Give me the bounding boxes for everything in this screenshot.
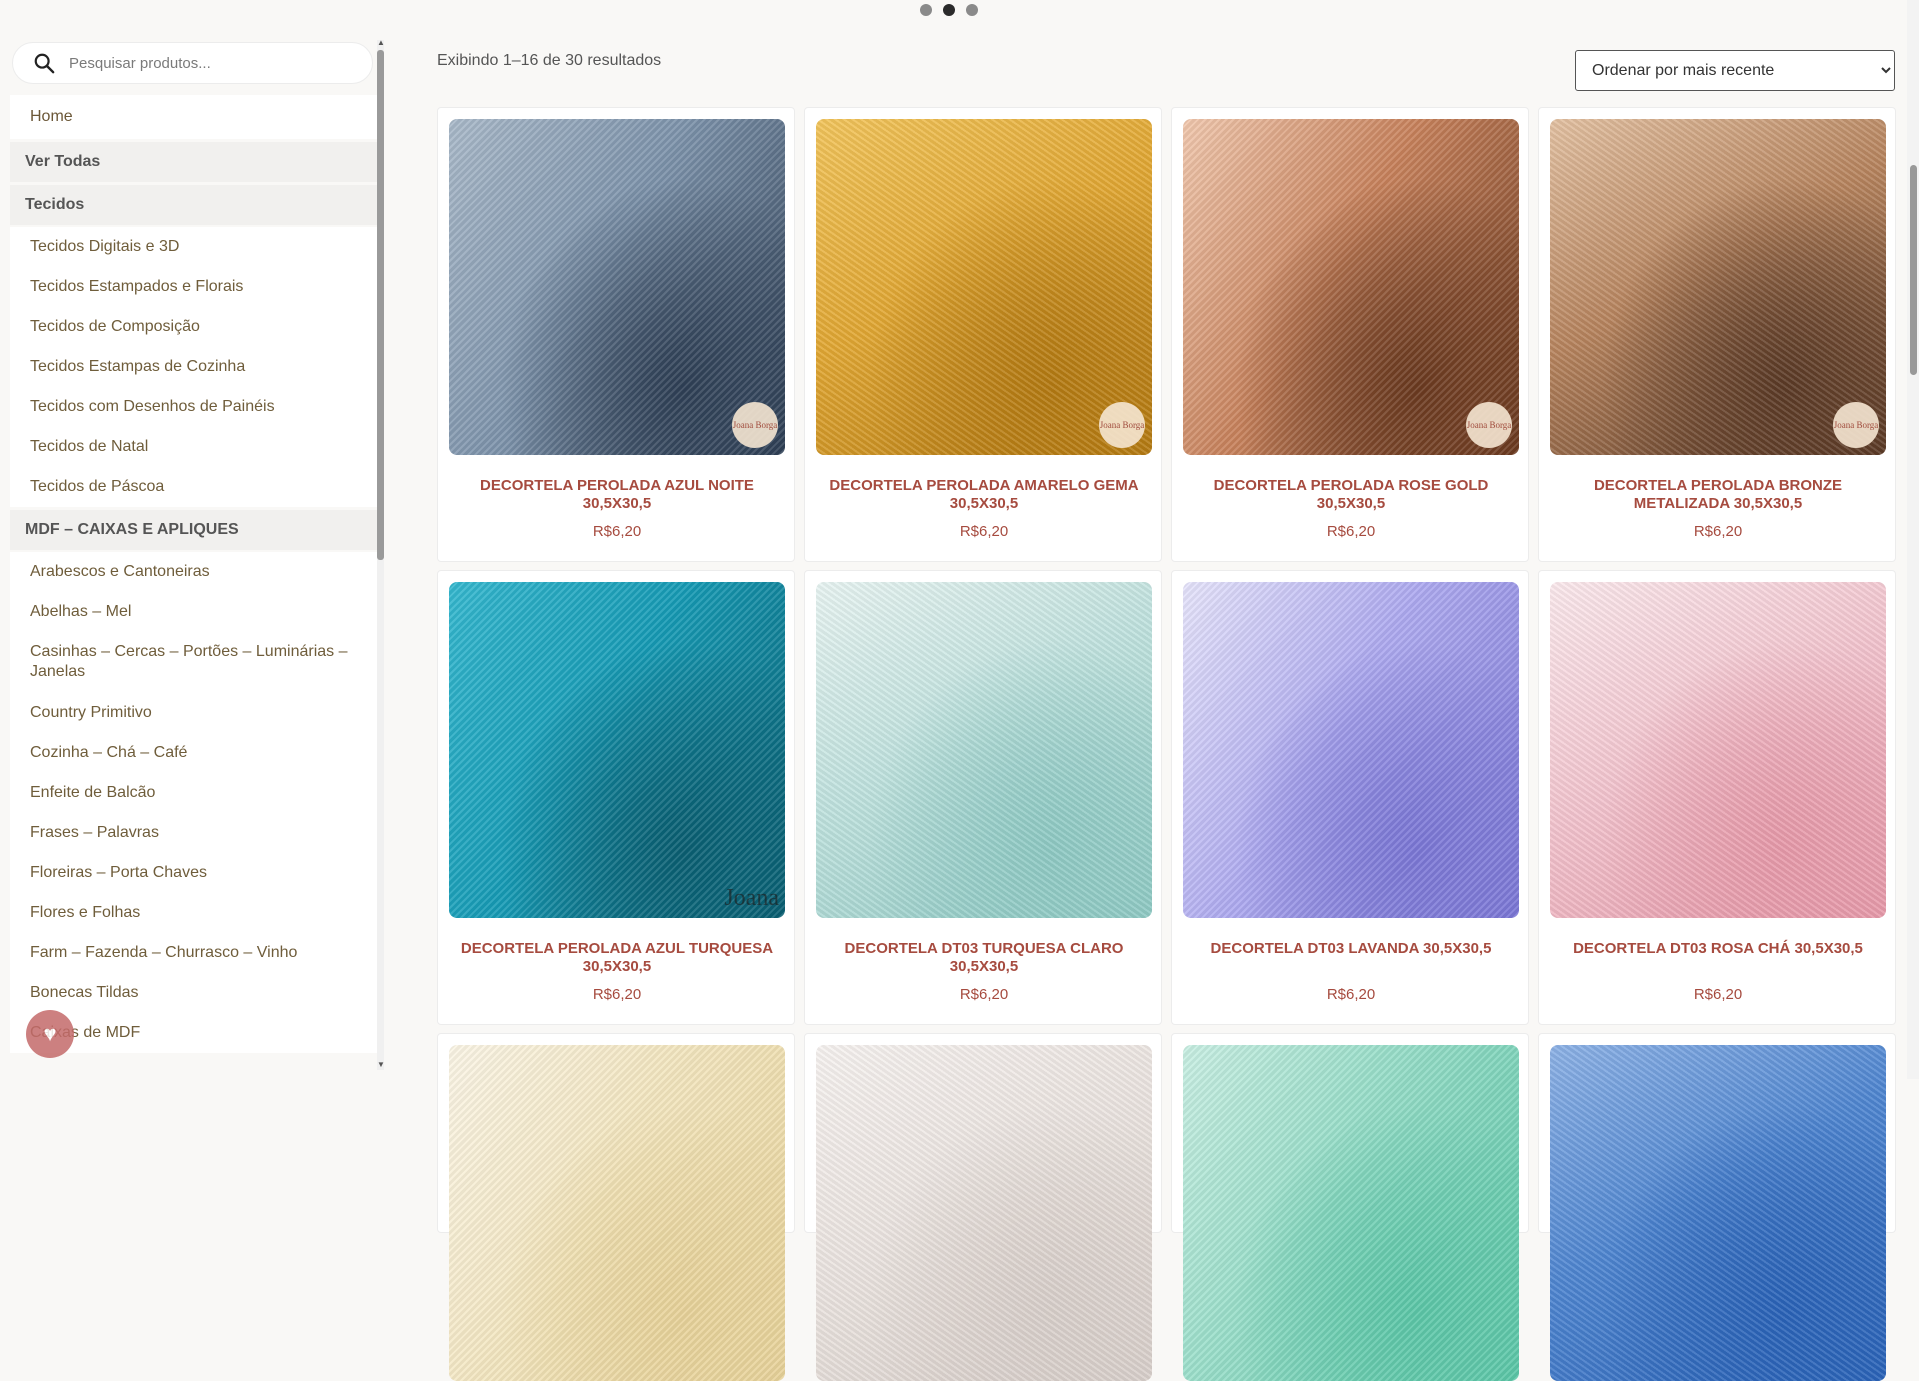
brand-logo-badge: Joana Borga	[732, 402, 778, 448]
product-card[interactable]: DECORTELA DT03 TURQUESA CLARO 30,5X30,5 R…	[804, 570, 1162, 1025]
product-card[interactable]	[1171, 1033, 1529, 1381]
product-title[interactable]: DECORTELA DT03 LAVANDA 30,5X30,5	[1182, 940, 1520, 958]
sidebar-item-6[interactable]: Tecidos Estampas de Cozinha	[10, 347, 378, 387]
product-title[interactable]: DECORTELA DT03 TURQUESA CLARO 30,5X30,5	[815, 940, 1153, 976]
sidebar-item-19[interactable]: Flores e Folhas	[10, 893, 378, 933]
sidebar-scrollbar-thumb[interactable]	[377, 50, 384, 560]
brand-logo-badge: Joana Borga	[1099, 402, 1145, 448]
product-price: R$6,20	[592, 523, 642, 540]
sidebar-item-3[interactable]: Tecidos Digitais e 3D	[10, 227, 378, 267]
search-box	[12, 42, 373, 84]
product-image[interactable]	[1183, 582, 1519, 918]
carousel-dot-1[interactable]	[920, 4, 932, 16]
product-title[interactable]: DECORTELA PEROLADA BRONZE METALIZADA 30,…	[1549, 477, 1887, 513]
category-menu: Home Ver Todas Tecidos Tecidos Digitais e 3…	[10, 95, 378, 1053]
sidebar-item-20[interactable]: Farm – Fazenda – Churrasco – Vinho	[10, 933, 378, 973]
ordering-select[interactable]: Ordenar por mais recente	[1575, 50, 1895, 91]
sidebar-item-18[interactable]: Floreiras – Porta Chaves	[10, 853, 378, 893]
sidebar-item-17[interactable]: Frases – Palavras	[10, 813, 378, 853]
product-image[interactable]	[816, 1045, 1152, 1381]
sidebar-item-13[interactable]: Casinhas – Cercas – Portões – Luminárias…	[10, 632, 378, 693]
product-image[interactable]: Joana	[449, 582, 785, 918]
product-price: R$6,20	[959, 523, 1009, 540]
brand-logo-badge: Joana Borga	[1833, 402, 1879, 448]
product-price: R$6,20	[592, 986, 642, 1003]
heart-icon: ♥	[43, 1021, 57, 1046]
product-title[interactable]: DECORTELA PEROLADA ROSE GOLD 30,5X30,5	[1182, 477, 1520, 513]
product-card[interactable]: Joana Borga DECORTELA PEROLADA AZUL NOITE…	[437, 107, 795, 562]
product-card[interactable]: Joana Borga DECORTELA PEROLADA ROSE GOLD …	[1171, 107, 1529, 562]
product-card[interactable]: Joana Borga DECORTELA PEROLADA BRONZE MET…	[1538, 107, 1896, 562]
sidebar-item-0[interactable]: Home	[10, 95, 378, 139]
carousel-dot-2[interactable]	[943, 4, 955, 16]
product-price: R$6,20	[1693, 986, 1743, 1003]
sidebar-item-14[interactable]: Country Primitivo	[10, 693, 378, 733]
sidebar-item-7[interactable]: Tecidos com Desenhos de Painéis	[10, 387, 378, 427]
product-card[interactable]	[437, 1033, 795, 1381]
sidebar-item-9[interactable]: Tecidos de Páscoa	[10, 467, 378, 507]
sidebar-item-21[interactable]: Bonecas Tildas	[10, 973, 378, 1013]
product-image[interactable]: Joana Borga	[1183, 119, 1519, 455]
floating-heart-button[interactable]: ♥	[26, 1010, 74, 1058]
product-image[interactable]	[1550, 582, 1886, 918]
carousel-dot-3[interactable]	[966, 4, 978, 16]
product-card[interactable]: Joana Borga DECORTELA PEROLADA AMARELO GE…	[804, 107, 1162, 562]
sidebar-item-12[interactable]: Abelhas – Mel	[10, 592, 378, 632]
sidebar-item-1[interactable]: Ver Todas	[10, 142, 378, 182]
brand-watermark: Joana	[724, 885, 779, 911]
sidebar: HomeVer TodasTecidosTecidos Digitais e 3…	[10, 40, 378, 1079]
product-price: R$6,20	[1326, 523, 1376, 540]
product-image[interactable]: Joana Borga	[449, 119, 785, 455]
product-card[interactable]	[1538, 1033, 1896, 1381]
product-card[interactable]: DECORTELA DT03 ROSA CHÁ 30,5X30,5 R$6,20	[1538, 570, 1896, 1025]
search-icon[interactable]	[33, 52, 55, 74]
product-price: R$6,20	[959, 986, 1009, 1003]
product-title[interactable]: DECORTELA PEROLADA AZUL TURQUESA 30,5X30…	[448, 940, 786, 976]
product-image[interactable]	[1550, 1045, 1886, 1381]
product-image[interactable]	[1183, 1045, 1519, 1381]
product-card[interactable]: Joana DECORTELA PEROLADA AZUL TURQUESA 30…	[437, 570, 795, 1025]
product-title[interactable]: DECORTELA DT03 ROSA CHÁ 30,5X30,5	[1549, 940, 1887, 958]
product-card[interactable]: DECORTELA DT03 LAVANDA 30,5X30,5 R$6,20	[1171, 570, 1529, 1025]
product-image[interactable]: Joana Borga	[816, 119, 1152, 455]
sidebar-item-5[interactable]: Tecidos de Composição	[10, 307, 378, 347]
scroll-up-arrow-icon[interactable]: ▲	[377, 38, 385, 47]
sidebar-item-2[interactable]: Tecidos	[10, 185, 378, 225]
product-title[interactable]: DECORTELA PEROLADA AZUL NOITE 30,5X30,5	[448, 477, 786, 513]
sidebar-item-15[interactable]: Cozinha – Chá – Café	[10, 733, 378, 773]
sidebar-item-4[interactable]: Tecidos Estampados e Florais	[10, 267, 378, 307]
sidebar-item-16[interactable]: Enfeite de Balcão	[10, 773, 378, 813]
product-image[interactable]: Joana Borga	[1550, 119, 1886, 455]
product-image[interactable]	[449, 1045, 785, 1381]
sidebar-item-11[interactable]: Arabescos e Cantoneiras	[10, 552, 378, 592]
page-scrollbar[interactable]	[1907, 0, 1919, 1079]
sidebar-scrollbar[interactable]	[377, 40, 384, 1070]
carousel-dots	[920, 4, 978, 16]
product-price: R$6,20	[1326, 986, 1376, 1003]
scroll-down-arrow-icon[interactable]: ▼	[377, 1060, 385, 1069]
page-scrollbar-thumb[interactable]	[1910, 165, 1917, 375]
sidebar-item-8[interactable]: Tecidos de Natal	[10, 427, 378, 467]
result-count: Exibindo 1–16 de 30 resultados	[437, 52, 662, 69]
sidebar-item-10[interactable]: MDF – CAIXAS E APLIQUES	[10, 510, 378, 550]
product-price: R$6,20	[1693, 523, 1743, 540]
search-input[interactable]	[69, 54, 349, 72]
product-title[interactable]: DECORTELA PEROLADA AMARELO GEMA 30,5X30,…	[815, 477, 1153, 513]
product-card[interactable]	[804, 1033, 1162, 1381]
brand-logo-badge: Joana Borga	[1466, 402, 1512, 448]
product-image[interactable]	[816, 582, 1152, 918]
